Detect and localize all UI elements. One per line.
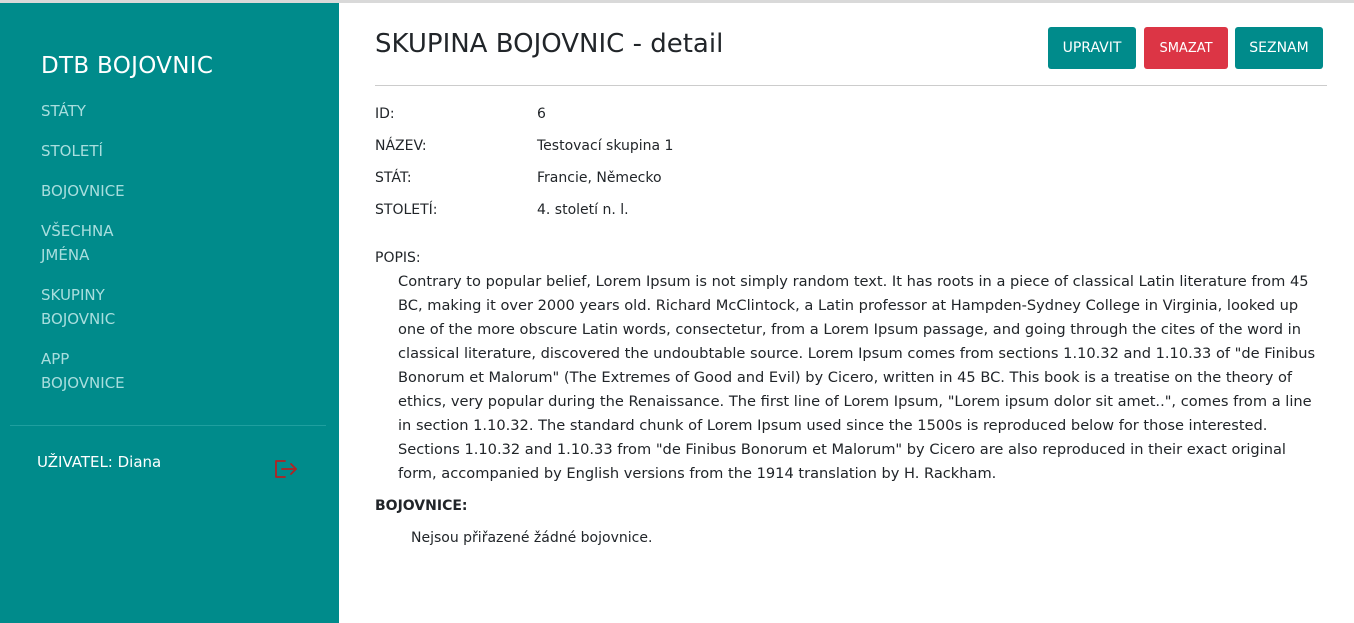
page-title: SKUPINA BOJOVNIC - detail (375, 29, 724, 59)
sidebar: DTB BOJOVNIC STÁTY STOLETÍ BOJOVNICE VŠE… (0, 3, 339, 623)
description-label: POPIS: (375, 250, 421, 266)
sidebar-item-bojovnice[interactable]: BOJOVNICE (41, 179, 131, 203)
fighters-label: BOJOVNICE: (375, 498, 468, 514)
detail-label: STOLETÍ: (375, 202, 438, 218)
current-user: UŽIVATEL: Diana (37, 453, 162, 471)
detail-value: 6 (537, 106, 546, 122)
detail-label: NÁZEV: (375, 138, 427, 154)
list-button[interactable]: SEZNAM (1235, 27, 1323, 69)
detail-row-nazev: NÁZEV: Testovací skupina 1 (375, 134, 1327, 166)
edit-button[interactable]: UPRAVIT (1048, 27, 1136, 69)
detail-label: ID: (375, 106, 395, 122)
fighters-empty-message: Nejsou přiřazené žádné bojovnice. (411, 530, 653, 546)
delete-button[interactable]: SMAZAT (1144, 27, 1228, 69)
sidebar-item-skupiny-bojovnic[interactable]: SKUPINY BOJOVNIC (41, 283, 131, 331)
detail-row-id: ID: 6 (375, 102, 1327, 134)
sidebar-item-staty[interactable]: STÁTY (41, 99, 131, 123)
detail-row-stat: STÁT: Francie, Německo (375, 166, 1327, 198)
detail-value: Testovací skupina 1 (537, 138, 674, 154)
detail-list: ID: 6 NÁZEV: Testovací skupina 1 STÁT: F… (375, 102, 1327, 230)
detail-row-stoleti: STOLETÍ: 4. století n. l. (375, 198, 1327, 230)
description-text: Contrary to popular belief, Lorem Ipsum … (398, 273, 1316, 482)
sidebar-divider (10, 425, 326, 426)
sidebar-item-app-bojovnice[interactable]: APP BOJOVNICE (41, 347, 131, 395)
app-brand[interactable]: DTB BOJOVNIC (41, 53, 213, 79)
detail-label: STÁT: (375, 170, 412, 186)
detail-value: 4. století n. l. (537, 202, 629, 218)
sidebar-item-vsechna-jmena[interactable]: VŠECHNA JMÉNA (41, 219, 131, 267)
sidebar-item-stoleti[interactable]: STOLETÍ (41, 139, 131, 163)
detail-value: Francie, Německo (537, 170, 662, 186)
sidebar-nav: STÁTY STOLETÍ BOJOVNICE VŠECHNA JMÉNA SK… (41, 99, 131, 395)
header-divider (375, 85, 1327, 86)
logout-icon[interactable] (273, 458, 299, 480)
